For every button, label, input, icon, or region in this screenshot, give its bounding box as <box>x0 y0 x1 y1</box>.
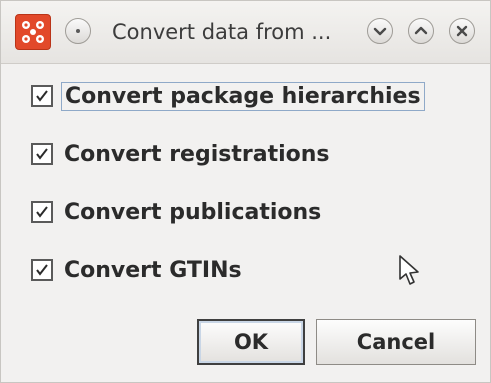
title-bar[interactable]: Convert data from ... <box>1 1 490 64</box>
close-icon <box>456 25 468 37</box>
window-menu-button[interactable] <box>65 18 91 44</box>
checkbox-gtins[interactable] <box>31 259 53 281</box>
checkmark-icon <box>36 206 48 218</box>
menu-icon <box>76 29 80 33</box>
dialog-window: Convert data from ... Convert package hi… <box>0 0 491 383</box>
maximize-button[interactable] <box>408 18 434 44</box>
mouse-pointer-icon <box>399 255 419 285</box>
maximize-icon <box>414 26 428 35</box>
minimize-button[interactable] <box>367 18 393 44</box>
checkmark-icon <box>36 264 48 276</box>
minimize-icon <box>373 27 387 36</box>
window-title: Convert data from ... <box>112 20 332 44</box>
checkmark-icon <box>36 148 48 160</box>
option-label: Convert GTINs <box>64 257 242 283</box>
close-button[interactable] <box>449 18 475 44</box>
cancel-button[interactable]: Cancel <box>316 319 476 365</box>
app-logo-icon <box>15 14 51 50</box>
checkmark-icon <box>36 90 48 102</box>
option-publications[interactable]: Convert publications <box>31 195 324 229</box>
option-label: Convert registrations <box>64 141 330 167</box>
checkbox-package-hierarchies[interactable] <box>31 85 53 107</box>
ok-button[interactable]: OK <box>197 319 305 365</box>
option-gtins[interactable]: Convert GTINs <box>31 253 245 287</box>
option-label: Convert publications <box>64 199 322 225</box>
checkbox-registrations[interactable] <box>31 143 53 165</box>
option-registrations[interactable]: Convert registrations <box>31 137 333 171</box>
option-package-hierarchies[interactable]: Convert package hierarchies <box>31 79 425 113</box>
checkbox-publications[interactable] <box>31 201 53 223</box>
option-label: Convert package hierarchies <box>61 81 425 111</box>
